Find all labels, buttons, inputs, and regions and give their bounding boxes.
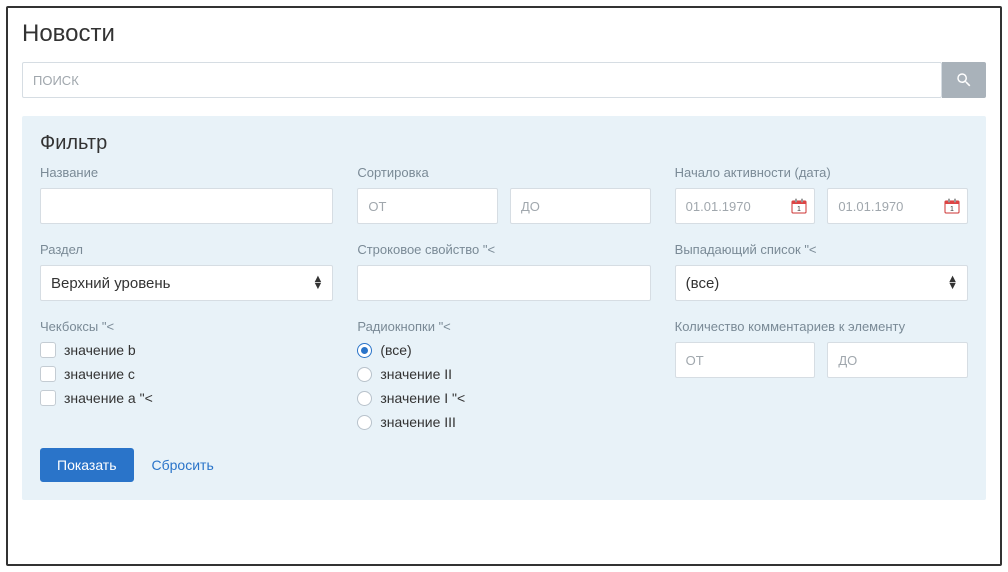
filter-title: Фильтр [40, 132, 968, 155]
checkbox-item[interactable]: значение c [40, 366, 333, 382]
sort-from-input[interactable] [357, 188, 498, 224]
filter-row-3: Чекбоксы "< значение b значение c значен… [40, 319, 968, 430]
checkbox-item[interactable]: значение a "< [40, 390, 333, 406]
checkbox-label: значение b [64, 342, 136, 358]
radio-item[interactable]: значение I "< [357, 390, 650, 406]
name-input[interactable] [40, 188, 333, 224]
comments-from-input[interactable] [675, 342, 816, 378]
radio-item[interactable]: значение III [357, 414, 650, 430]
search-icon [955, 71, 973, 89]
checkboxes-label: Чекбоксы "< [40, 319, 333, 334]
reset-button[interactable]: Сбросить [152, 457, 214, 473]
radio-icon [357, 367, 372, 382]
col-radios: Радиокнопки "< (все) значение II значени… [357, 319, 650, 430]
search-input[interactable] [22, 62, 942, 98]
page-title: Новости [22, 20, 986, 48]
comments-to-input[interactable] [827, 342, 968, 378]
radio-label: значение I "< [380, 390, 465, 406]
radio-label: значение III [380, 414, 456, 430]
radio-icon [357, 391, 372, 406]
string-prop-input[interactable] [357, 265, 650, 301]
radio-icon [357, 415, 372, 430]
radios-label: Радиокнопки "< [357, 319, 650, 334]
active-date-label: Начало активности (дата) [675, 165, 968, 180]
radio-item[interactable]: (все) [357, 342, 650, 358]
filter-row-2: Раздел Верхний уровень ▲▼ Строковое свой… [40, 242, 968, 301]
col-checkboxes: Чекбоксы "< значение b значение c значен… [40, 319, 333, 406]
search-bar [22, 62, 986, 98]
col-comments: Количество комментариев к элементу [675, 319, 968, 378]
sort-label: Сортировка [357, 165, 650, 180]
dropdown-select[interactable]: (все) [675, 265, 968, 301]
checkbox-icon [40, 390, 56, 406]
name-label: Название [40, 165, 333, 180]
checkbox-label: значение c [64, 366, 135, 382]
col-sort: Сортировка [357, 165, 650, 224]
filter-panel: Фильтр Название Сортировка Начало активн… [22, 116, 986, 500]
radio-label: (все) [380, 342, 411, 358]
col-active-date: Начало активности (дата) 1 1 [675, 165, 968, 224]
checkbox-label: значение a "< [64, 390, 153, 406]
window-frame: Новости Фильтр Название Сортировка Начал… [6, 6, 1002, 566]
col-string-prop: Строковое свойство "< [357, 242, 650, 301]
section-select[interactable]: Верхний уровень [40, 265, 333, 301]
active-date-to-input[interactable] [827, 188, 968, 224]
col-name: Название [40, 165, 333, 224]
radio-item[interactable]: значение II [357, 366, 650, 382]
sort-to-input[interactable] [510, 188, 651, 224]
filter-row-1: Название Сортировка Начало активности (д… [40, 165, 968, 224]
active-date-from-input[interactable] [675, 188, 816, 224]
col-dropdown: Выпадающий список "< (все) ▲▼ [675, 242, 968, 301]
checkbox-item[interactable]: значение b [40, 342, 333, 358]
filter-actions: Показать Сбросить [40, 448, 968, 482]
checkbox-icon [40, 342, 56, 358]
col-section: Раздел Верхний уровень ▲▼ [40, 242, 333, 301]
submit-button[interactable]: Показать [40, 448, 134, 482]
string-prop-label: Строковое свойство "< [357, 242, 650, 257]
search-button[interactable] [942, 62, 986, 98]
radio-icon [357, 343, 372, 358]
dropdown-label: Выпадающий список "< [675, 242, 968, 257]
radio-label: значение II [380, 366, 452, 382]
comments-label: Количество комментариев к элементу [675, 319, 968, 334]
section-label: Раздел [40, 242, 333, 257]
checkbox-icon [40, 366, 56, 382]
